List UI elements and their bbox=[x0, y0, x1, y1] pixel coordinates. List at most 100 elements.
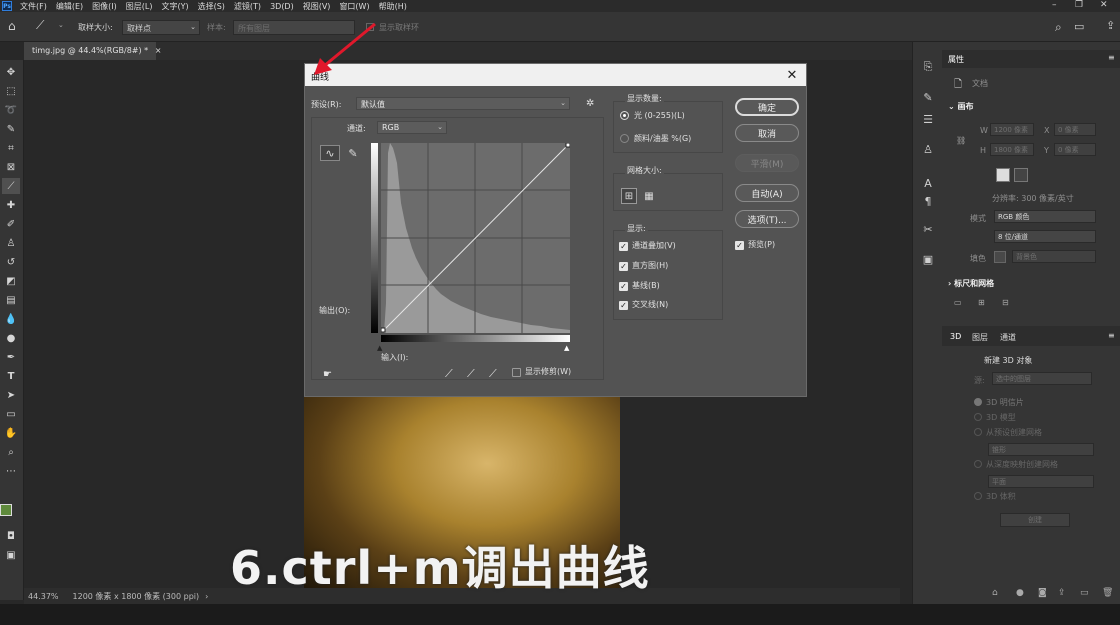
menu-image[interactable]: 图像(I) bbox=[92, 1, 117, 12]
healing-brush-icon[interactable]: ✚ bbox=[2, 197, 20, 213]
auto-button[interactable]: 自动(A) bbox=[735, 184, 799, 202]
detailed-grid-icon[interactable]: ▦ bbox=[641, 188, 657, 204]
cancel-button[interactable]: 取消 bbox=[735, 124, 799, 142]
eyedropper-tool-icon[interactable]: ⟋ bbox=[2, 178, 20, 194]
lasso-tool-icon[interactable]: ➰ bbox=[2, 102, 20, 118]
depth-map-radio[interactable] bbox=[974, 460, 982, 468]
histogram-checkbox[interactable]: ✓ bbox=[619, 262, 628, 271]
create-button[interactable]: 创建 bbox=[1000, 513, 1070, 527]
search-icon[interactable]: ⌕ bbox=[1055, 20, 1062, 35]
chevron-down-icon[interactable]: ⌄ bbox=[58, 21, 64, 29]
landscape-icon[interactable] bbox=[1014, 168, 1028, 182]
home-icon[interactable]: ⌂ bbox=[8, 19, 16, 33]
light-radio[interactable] bbox=[620, 111, 629, 120]
document-tab[interactable]: timg.jpg @ 44.4%(RGB/8#) * × bbox=[24, 42, 161, 60]
preset-options-gear-icon[interactable]: ✲ bbox=[586, 98, 594, 109]
preview-checkbox[interactable]: ✓ bbox=[735, 241, 744, 250]
guides-icon[interactable]: ⊟ bbox=[1002, 298, 1009, 307]
eraser-tool-icon[interactable]: ◩ bbox=[2, 273, 20, 289]
baseline-checkbox[interactable]: ✓ bbox=[619, 282, 628, 291]
postcard-radio[interactable] bbox=[974, 398, 982, 406]
channel-overlay-checkbox[interactable]: ✓ bbox=[619, 242, 628, 251]
character-panel-icon[interactable]: A bbox=[921, 176, 935, 190]
photoshop-logo-icon[interactable]: Ps bbox=[2, 1, 12, 11]
curve-graph[interactable] bbox=[381, 143, 570, 333]
clone-stamp-icon[interactable]: ♙ bbox=[2, 235, 20, 251]
y-field[interactable]: 0 像素 bbox=[1054, 143, 1096, 156]
frame-tool-icon[interactable]: ⊠ bbox=[2, 159, 20, 175]
depth-map-select[interactable]: 平面 bbox=[988, 475, 1094, 488]
camera-icon[interactable]: ◙ bbox=[1038, 588, 1047, 598]
show-clipping-checkbox[interactable] bbox=[512, 368, 521, 377]
preset-select[interactable]: 默认值 ⌄ bbox=[356, 97, 570, 110]
dodge-tool-icon[interactable]: ● bbox=[2, 330, 20, 346]
menu-3d[interactable]: 3D(D) bbox=[270, 2, 294, 11]
portrait-icon[interactable] bbox=[996, 168, 1010, 182]
history-brush-icon[interactable]: ↺ bbox=[2, 254, 20, 270]
new-icon[interactable]: ▭ bbox=[1080, 588, 1089, 598]
gray-eyedropper-icon[interactable]: ⟋ bbox=[467, 367, 475, 381]
width-field[interactable]: 1200 像素 bbox=[990, 123, 1034, 136]
pen-tool-icon[interactable]: ✒ bbox=[2, 349, 20, 365]
rulers-section-title[interactable]: › 标尺和网格 bbox=[948, 278, 994, 289]
ok-button[interactable]: 确定 bbox=[735, 98, 799, 116]
preset-mesh-radio[interactable] bbox=[974, 428, 982, 436]
tab-channels[interactable]: 通道 bbox=[1000, 332, 1016, 343]
smooth-button[interactable]: 平滑(M) bbox=[735, 154, 799, 172]
menu-icon[interactable]: ≡ bbox=[1108, 331, 1115, 340]
menu-layer[interactable]: 图层(L) bbox=[126, 1, 153, 12]
pencil-tool-icon[interactable]: ✎ bbox=[345, 145, 361, 161]
share-icon[interactable]: ⇪ bbox=[1106, 19, 1115, 32]
restore-icon[interactable]: ❐ bbox=[1075, 0, 1083, 10]
volume-radio[interactable] bbox=[974, 492, 982, 500]
close-icon[interactable]: ✕ bbox=[784, 67, 800, 83]
black-slider-icon[interactable]: ▲ bbox=[377, 344, 382, 352]
workspace-icon[interactable]: ▭ bbox=[1074, 20, 1084, 33]
type-tool-icon[interactable]: T bbox=[2, 368, 20, 384]
curve-point-tool-icon[interactable]: ∿ bbox=[320, 145, 340, 161]
height-field[interactable]: 1800 像素 bbox=[990, 143, 1034, 156]
paragraph-panel-icon[interactable]: ¶ bbox=[921, 194, 935, 208]
fill-select[interactable]: 背景色 bbox=[1012, 250, 1096, 263]
eyedropper-tool-icon[interactable]: ⟋ bbox=[36, 18, 44, 33]
simple-grid-icon[interactable]: ⊞ bbox=[621, 188, 637, 204]
zoom-tool-icon[interactable]: ⌕ bbox=[2, 444, 20, 460]
white-eyedropper-icon[interactable]: ⟋ bbox=[489, 367, 497, 381]
foreground-color-swatch[interactable] bbox=[0, 504, 12, 516]
curve-black-point[interactable] bbox=[381, 327, 386, 333]
crop-tool-icon[interactable]: ⌗ bbox=[2, 140, 20, 156]
black-eyedropper-icon[interactable]: ⟋ bbox=[445, 367, 453, 381]
grid-icon[interactable]: ⊞ bbox=[978, 298, 985, 307]
blur-tool-icon[interactable]: 💧 bbox=[2, 311, 20, 327]
fill-swatch[interactable] bbox=[994, 251, 1006, 263]
tab-3d[interactable]: 3D bbox=[950, 332, 961, 341]
quick-mask-icon[interactable]: ◘ bbox=[2, 528, 20, 544]
options-button[interactable]: 选项(T)... bbox=[735, 210, 799, 228]
marquee-tool-icon[interactable]: ⬚ bbox=[2, 83, 20, 99]
intersection-checkbox[interactable]: ✓ bbox=[619, 301, 628, 310]
model-radio[interactable] bbox=[974, 413, 982, 421]
history-panel-icon[interactable]: ⎘ bbox=[921, 60, 935, 74]
close-tab-icon[interactable]: × bbox=[155, 46, 162, 55]
source-select[interactable]: 选中的图层 bbox=[992, 372, 1092, 385]
x-field[interactable]: 0 像素 bbox=[1054, 123, 1096, 136]
close-window-icon[interactable]: ✕ bbox=[1100, 0, 1108, 10]
preset-mesh-select[interactable]: 锥形 bbox=[988, 443, 1094, 456]
rectangle-tool-icon[interactable]: ▭ bbox=[2, 406, 20, 422]
quick-select-tool-icon[interactable]: ✎ bbox=[2, 121, 20, 137]
target-adjust-icon[interactable]: ☛ bbox=[323, 369, 332, 380]
white-slider-icon[interactable]: ▲ bbox=[564, 344, 569, 352]
menu-filter[interactable]: 滤镜(T) bbox=[234, 1, 261, 12]
delete-icon[interactable]: 🗑 bbox=[1102, 588, 1113, 598]
menu-select[interactable]: 选择(S) bbox=[198, 1, 225, 12]
curve-white-point[interactable] bbox=[565, 143, 570, 148]
tab-layers[interactable]: 图层 bbox=[972, 332, 988, 343]
bit-depth-select[interactable]: 8 位/通道 bbox=[994, 230, 1096, 243]
link-icon[interactable]: ⛓ bbox=[956, 136, 966, 145]
pigment-radio[interactable] bbox=[620, 134, 629, 143]
light-icon[interactable]: ● bbox=[1016, 588, 1024, 598]
menu-file[interactable]: 文件(F) bbox=[20, 1, 47, 12]
menu-type[interactable]: 文字(Y) bbox=[161, 1, 188, 12]
minimize-icon[interactable]: – bbox=[1052, 0, 1057, 10]
more-tools-icon[interactable]: ⋯ bbox=[2, 463, 20, 479]
